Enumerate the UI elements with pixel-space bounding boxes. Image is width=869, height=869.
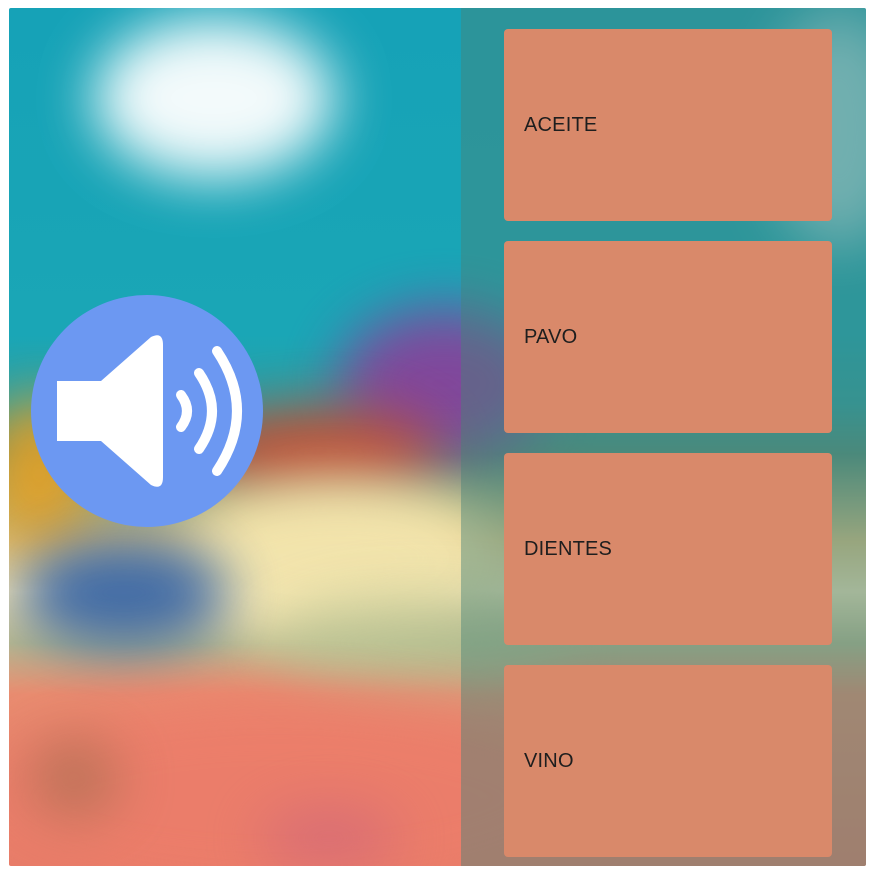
pink-spot <box>259 808 399 866</box>
cloud-shape <box>94 18 334 178</box>
answer-option-label: DIENTES <box>524 537 613 560</box>
answer-option-aceite[interactable]: ACEITE <box>504 29 832 221</box>
answer-option-label: VINO <box>524 749 574 772</box>
answer-option-label: PAVO <box>524 325 578 348</box>
answer-option-label: ACEITE <box>524 113 598 136</box>
answer-option-pavo[interactable]: PAVO <box>504 241 832 433</box>
speaker-volume-icon <box>57 335 242 487</box>
play-audio-button[interactable] <box>31 295 263 527</box>
brown-spot <box>29 738 119 818</box>
game-screen: ACEITE PAVO DIENTES VINO <box>9 8 866 866</box>
blue-shape <box>19 538 229 648</box>
answer-option-vino[interactable]: VINO <box>504 665 832 857</box>
answer-option-dientes[interactable]: DIENTES <box>504 453 832 645</box>
